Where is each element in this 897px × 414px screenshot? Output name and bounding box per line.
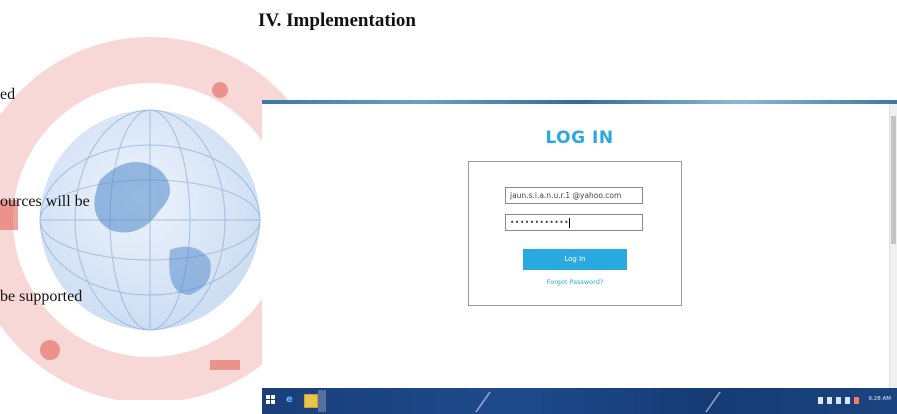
login-screenshot: LOG IN jaun.s.i.a.n.u.r.1 @yahoo.com •••… (262, 100, 897, 414)
body-text-fragment: ed (0, 86, 16, 103)
internet-explorer-icon[interactable]: e (286, 394, 293, 405)
section-heading: IV. Implementation (258, 10, 416, 31)
taskbar-active-app[interactable] (318, 390, 326, 412)
taskbar-decoration (704, 392, 722, 412)
text-caret (569, 218, 571, 228)
taskbar: e 9:28 AM (262, 388, 897, 414)
login-card: jaun.s.i.a.n.u.r.1 @yahoo.com ••••••••••… (468, 161, 682, 306)
login-button[interactable]: Log In (523, 249, 627, 270)
login-title: LOG IN (545, 128, 614, 148)
taskbar-decoration (474, 392, 492, 412)
watermark-seal (0, 37, 300, 400)
password-value: •••••••••••• (510, 218, 570, 227)
browser-top-bar (262, 100, 897, 104)
file-explorer-icon[interactable] (304, 394, 318, 408)
windows-start-icon[interactable] (266, 395, 276, 405)
taskbar-clock[interactable]: 9:28 AM (868, 396, 891, 402)
system-tray-icons[interactable] (818, 397, 864, 405)
forgot-password-link[interactable]: Forgot Password? (469, 278, 681, 286)
password-field[interactable]: •••••••••••• (505, 214, 643, 231)
body-text-fragment: ources will be (0, 193, 90, 210)
email-field[interactable]: jaun.s.i.a.n.u.r.1 @yahoo.com (505, 187, 643, 204)
body-text-fragment: be supported (0, 288, 83, 305)
